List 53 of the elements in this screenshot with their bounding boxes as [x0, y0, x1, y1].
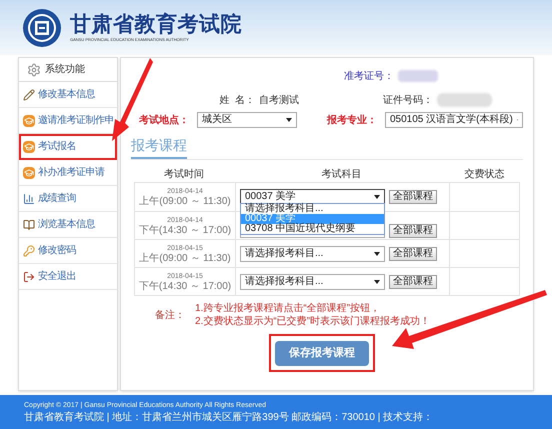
sidebar-item[interactable]: 考试报名 — [19, 134, 117, 160]
major-select[interactable]: 050105 汉语言文学(本科段) — [385, 112, 523, 128]
column-header: 考试时间 — [164, 168, 204, 182]
sidebar-item[interactable]: 修改密码 — [19, 238, 117, 264]
exam-time: 下午(14:30 ～ 17:00) — [138, 224, 232, 236]
all-courses-button[interactable]: 全部课程 — [389, 246, 437, 260]
location-select[interactable]: 城关区 — [197, 112, 297, 128]
site-title: 甘肃省教育考试院 — [70, 12, 242, 36]
sidebar-item[interactable]: 安全退出 — [19, 264, 117, 290]
column-header: 交费状态 — [464, 168, 504, 182]
ticket-number-label: 准考证号： — [344, 70, 394, 84]
location-label: 考试地点： — [138, 114, 189, 128]
section-heading: 报考课程 — [131, 135, 187, 159]
name-value: 自考测试 — [259, 94, 299, 108]
dropdown-caret-icon — [374, 280, 380, 284]
book-icon — [23, 218, 35, 230]
address-text: 甘肃省教育考试院 | 地址：甘肃省兰州市城关区雁宁路399号 邮政编码：730010 | 技术支持： — [24, 412, 434, 423]
gear-icon — [27, 62, 41, 76]
redacted-value — [437, 93, 492, 107]
emblem-logo-icon — [22, 8, 62, 48]
exam-time: 上午(09:00 ～ 11:30) — [139, 252, 231, 264]
dropdown-option[interactable]: 请选择报考科目... — [241, 204, 384, 214]
sidebar-item[interactable]: 浏览基本信息 — [19, 212, 117, 238]
note-text: 1.跨专业报考课程请点击“全部课程”按钮， — [195, 302, 381, 315]
major-label: 报考专业： — [326, 114, 377, 128]
graduation-cap-icon — [23, 166, 35, 178]
dropdown-caret-icon — [374, 195, 380, 199]
graduation-cap-icon — [23, 114, 35, 126]
exam-time: 上午(09:00 ～ 11:30) — [139, 196, 231, 207]
notes-label: 备注： — [155, 308, 185, 323]
all-courses-button[interactable]: 全部课程 — [389, 274, 437, 288]
exam-time: 下午(14:30 ～ 17:00) — [138, 280, 232, 292]
sidebar-item[interactable]: 补办准考证申请 — [19, 160, 117, 186]
all-courses-button[interactable]: 全部课程 — [389, 224, 437, 238]
graduation-cap-icon — [23, 140, 35, 152]
chart-icon — [23, 192, 35, 204]
sidebar-item[interactable]: 修改基本信息 — [19, 82, 117, 108]
sidebar-item[interactable]: 成绩查询 — [19, 186, 117, 212]
note-text: 2.交费状态显示为“已交费”时表示该门课程报考成功！ — [195, 315, 430, 328]
subject-select[interactable]: 请选择报考科目... — [240, 246, 385, 262]
dropdown-caret-icon — [286, 118, 292, 122]
redacted-value — [398, 70, 438, 82]
sidebar-title: 系统功能 — [45, 62, 85, 77]
dropdown-option[interactable]: 03708 中国近现代史纲要 — [241, 224, 384, 234]
all-courses-button[interactable]: 全部课程 — [389, 190, 437, 204]
key-icon — [23, 244, 35, 256]
name-label: 姓 名： — [219, 94, 255, 108]
id-number-label: 证件号码： — [383, 94, 433, 108]
pencil-icon — [23, 88, 35, 100]
dropdown-caret-icon — [374, 252, 380, 256]
column-header: 考试科目 — [322, 168, 362, 182]
subject-select[interactable]: 请选择报考科目... — [240, 274, 385, 290]
exit-icon — [23, 270, 35, 282]
